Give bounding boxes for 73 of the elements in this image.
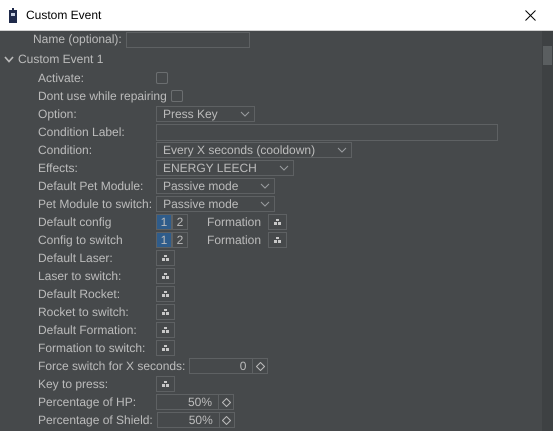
- field-label: Pet Module to switch:: [37, 196, 154, 212]
- field-label: Condition:: [37, 142, 94, 158]
- spinner-button[interactable]: [219, 394, 234, 410]
- field-label: Key to press:: [37, 376, 110, 392]
- field-label: Default Pet Module:: [37, 178, 144, 194]
- field-label: Name (optional):: [32, 32, 123, 47]
- field-label: Force switch for X seconds:: [37, 358, 186, 374]
- field-label: Percentage of Shield:: [37, 412, 154, 428]
- input-field[interactable]: [156, 124, 498, 140]
- tree-icon: [162, 345, 169, 351]
- field-label: Laser to switch:: [37, 268, 122, 284]
- picker-button[interactable]: [268, 232, 288, 248]
- field-label: Activate:: [37, 70, 86, 86]
- picker-button[interactable]: [156, 304, 175, 320]
- close-icon: [524, 10, 536, 20]
- field-label: Dont use while repairing: [37, 88, 168, 104]
- chevron-down-icon: [260, 201, 270, 207]
- app-icon: [9, 8, 17, 22]
- picker-button[interactable]: [156, 322, 175, 338]
- field-label: Rocket to switch:: [37, 304, 130, 320]
- field-label: Condition Label:: [37, 124, 126, 140]
- field-label: Formation to switch:: [37, 340, 146, 356]
- picker-button[interactable]: [156, 376, 175, 392]
- config-toggle[interactable]: 2: [172, 232, 188, 248]
- spinner-button[interactable]: [253, 358, 268, 374]
- dropdown[interactable]: Every X seconds (cooldown): [156, 142, 352, 158]
- config-toggle[interactable]: 2: [172, 214, 188, 230]
- checkbox[interactable]: [156, 72, 168, 84]
- field-label: Default config: [37, 214, 112, 230]
- diamond-icon: [256, 362, 265, 370]
- field-label: Default Formation:: [37, 322, 138, 338]
- field-label: Option:: [37, 106, 78, 122]
- field-label: Effects:: [37, 160, 79, 176]
- config-toggle[interactable]: 1: [156, 214, 172, 230]
- scrollbar-thumb[interactable]: [543, 46, 552, 65]
- chevron-down-icon: [337, 147, 348, 153]
- tree-icon: [162, 309, 169, 315]
- tree-icon: [274, 237, 282, 243]
- picker-button[interactable]: [268, 214, 288, 230]
- checkbox[interactable]: [170, 90, 183, 102]
- chevron-down-icon: [260, 183, 270, 189]
- tree-icon: [274, 219, 282, 225]
- field-label: Formation: [207, 233, 262, 247]
- chevron-down-icon: [240, 111, 250, 117]
- number-field[interactable]: 0: [189, 358, 254, 374]
- field-label: Percentage of HP:: [37, 394, 138, 410]
- dropdown[interactable]: Press Key: [156, 106, 255, 122]
- number-field[interactable]: 50%: [156, 412, 220, 428]
- tree-icon: [162, 255, 169, 261]
- tree-icon: [162, 327, 169, 333]
- scrollbar[interactable]: [542, 31, 553, 431]
- tree-icon: [162, 381, 169, 387]
- spinner-button[interactable]: [220, 412, 235, 428]
- tree-icon: [162, 291, 169, 297]
- picker-button[interactable]: [156, 286, 175, 302]
- picker-button[interactable]: [156, 268, 175, 284]
- dropdown[interactable]: Passive mode: [156, 196, 276, 212]
- input-field[interactable]: [126, 32, 250, 48]
- field-label: Formation: [207, 215, 262, 229]
- picker-button[interactable]: [156, 340, 175, 356]
- field-label: Default Rocket:: [37, 286, 122, 302]
- field-label: Config to switch: [37, 232, 124, 248]
- config-toggle[interactable]: 1: [156, 232, 172, 248]
- field-label: Default Laser:: [37, 250, 114, 266]
- section-header[interactable]: Custom Event 1: [0, 49, 542, 69]
- tree-icon: [162, 273, 169, 279]
- number-field[interactable]: 50%: [156, 394, 219, 410]
- window-title: Custom Event: [26, 8, 102, 22]
- dropdown[interactable]: Passive mode: [156, 178, 276, 194]
- chevron-down-icon: [4, 56, 14, 62]
- picker-button[interactable]: [156, 250, 175, 266]
- chevron-down-icon: [278, 165, 289, 171]
- dropdown[interactable]: ENERGY LEECH: [156, 160, 294, 176]
